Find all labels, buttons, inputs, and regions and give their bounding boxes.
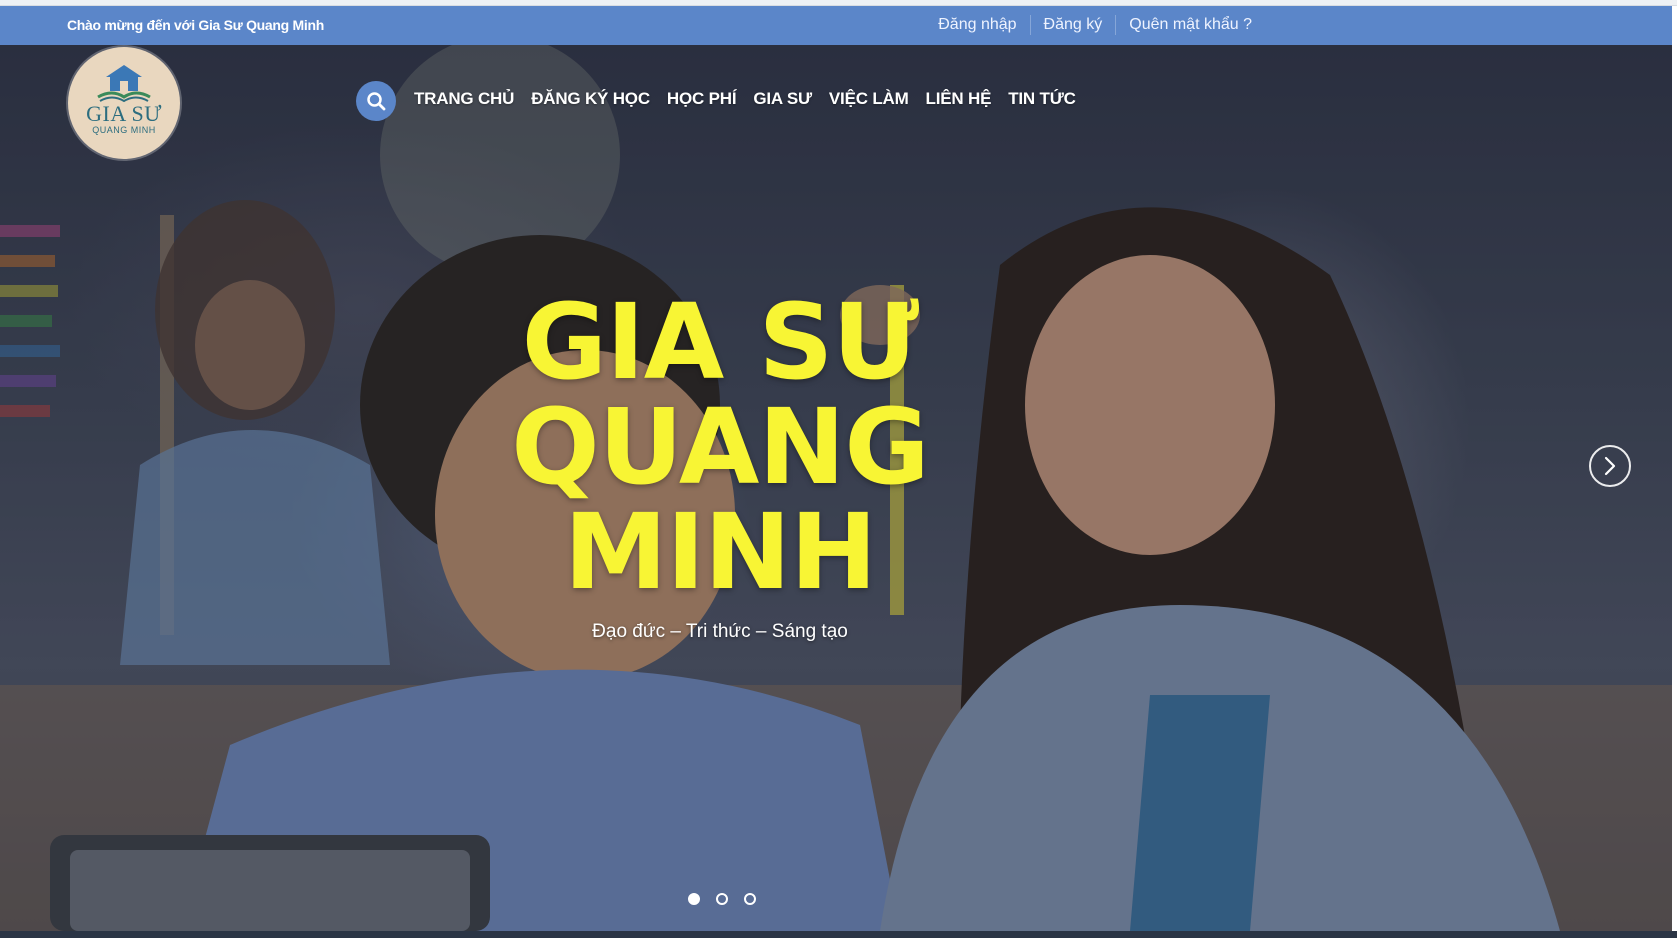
nav-home[interactable]: TRANG CHỦ [414, 89, 514, 109]
nav-tuition[interactable]: HỌC PHÍ [667, 89, 737, 109]
hero-title-line-3: MINH [563, 491, 877, 613]
slider-dots [688, 893, 772, 905]
main-nav: TRANG CHỦ ĐĂNG KÝ HỌC HỌC PHÍ GIA SƯ VIỆ… [414, 89, 1093, 109]
hero-title-line-1: GIA SƯ [521, 281, 920, 403]
nav-register-study[interactable]: ĐĂNG KÝ HỌC [531, 89, 650, 109]
nav-contact[interactable]: LIÊN HỆ [926, 89, 992, 109]
login-link[interactable]: Đăng nhập [925, 15, 1029, 35]
nav-tutors[interactable]: GIA SƯ [753, 89, 812, 109]
auth-links: Đăng nhập Đăng ký Quên mật khẩu ? [925, 15, 1265, 35]
bottom-edge [0, 931, 1677, 938]
search-icon [367, 92, 386, 111]
logo-title: GIA SƯ [86, 101, 162, 126]
slider-dot-3[interactable] [744, 893, 756, 905]
nav-jobs[interactable]: VIỆC LÀM [829, 89, 909, 109]
top-bar: Chào mừng đến với Gia Sư Quang Minh Đăng… [0, 6, 1672, 45]
right-edge [1672, 6, 1677, 931]
logo-subtitle: QUANG MINH [92, 125, 156, 135]
forgot-password-link[interactable]: Quên mật khẩu ? [1115, 15, 1265, 35]
hero-title-line-2: QUANG [511, 386, 930, 508]
search-button[interactable] [356, 81, 396, 121]
welcome-text: Chào mừng đến với Gia Sư Quang Minh [67, 17, 324, 33]
slider-next-button[interactable] [1589, 445, 1631, 487]
nav-news[interactable]: TIN TỨC [1008, 89, 1076, 109]
slider-dot-1[interactable] [688, 893, 700, 905]
register-link[interactable]: Đăng ký [1029, 15, 1116, 35]
hero-subtitle: Đạo đức – Tri thức – Sáng tạo [592, 621, 848, 642]
chevron-right-icon [1604, 456, 1616, 476]
hero-title: GIA SƯ QUANG MINH [480, 290, 960, 605]
slider-dot-2[interactable] [716, 893, 728, 905]
site-logo[interactable]: GIA SƯ QUANG MINH [68, 47, 180, 159]
